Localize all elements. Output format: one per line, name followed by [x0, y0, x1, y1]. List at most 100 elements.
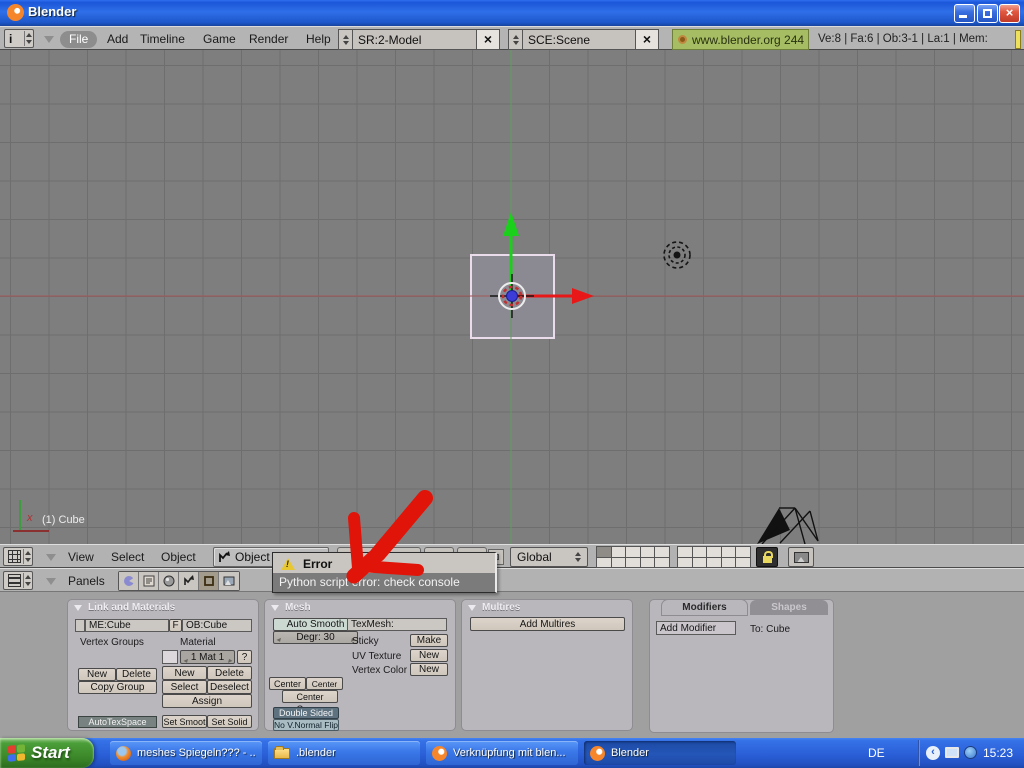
layer-button[interactable]: [707, 547, 721, 557]
layer-button[interactable]: [626, 547, 640, 557]
task-folder[interactable]: .blender: [268, 741, 420, 765]
buttons-type-stepper[interactable]: [23, 573, 31, 588]
panel-header[interactable]: Mesh: [265, 600, 455, 615]
header-collapse-icon[interactable]: [46, 554, 56, 561]
add-multires-button[interactable]: Add Multires: [470, 617, 625, 631]
error-popup[interactable]: Error Python script error: check console: [272, 552, 497, 593]
add-modifier-button[interactable]: Add Modifier: [656, 621, 736, 635]
layer-button[interactable]: [736, 547, 750, 557]
logic-context-button[interactable]: [119, 572, 139, 590]
scene-context-button[interactable]: [219, 572, 239, 590]
screen-name-field[interactable]: SR:2-Model: [353, 29, 477, 50]
language-indicator[interactable]: DE: [868, 738, 885, 768]
window-type-button[interactable]: i: [4, 29, 34, 48]
material-new-button[interactable]: New: [162, 666, 207, 680]
autotexspace-toggle[interactable]: AutoTexSpace: [78, 716, 157, 728]
layer-button[interactable]: [597, 547, 611, 557]
task-shortcut[interactable]: Verknüpfung mit blen...: [426, 741, 578, 765]
panel-header[interactable]: Multires: [462, 600, 632, 615]
layer-button[interactable]: [655, 547, 669, 557]
start-button[interactable]: Start: [0, 738, 94, 768]
degr-slider[interactable]: ◂Degr: 30▸: [273, 631, 358, 644]
menu-game[interactable]: Game: [203, 27, 236, 51]
tab-modifiers[interactable]: Modifiers: [662, 600, 747, 615]
layer-button[interactable]: [736, 558, 750, 568]
restore-button[interactable]: [977, 4, 998, 23]
viewport-type-stepper[interactable]: [23, 549, 31, 564]
copy-group-button[interactable]: Copy Group: [78, 681, 157, 694]
layer-button[interactable]: [722, 547, 736, 557]
set-smooth-button[interactable]: Set Smoot: [162, 715, 207, 728]
task-blender-active[interactable]: Blender: [584, 741, 736, 765]
lock-layers-button[interactable]: [756, 547, 778, 567]
task-firefox[interactable]: meshes Spiegeln??? - ...: [110, 741, 262, 765]
scene-browse-button[interactable]: [508, 29, 523, 50]
fake-user-button[interactable]: F: [169, 619, 182, 632]
window-type-stepper[interactable]: [24, 31, 32, 46]
object-name-field[interactable]: OB:Cube: [182, 619, 252, 632]
assign-button[interactable]: Assign: [162, 694, 252, 708]
layer-button[interactable]: [678, 547, 692, 557]
vgroup-delete-button[interactable]: Delete: [116, 668, 157, 681]
mesh-name-field[interactable]: ME:Cube: [85, 619, 169, 632]
version-badge[interactable]: www.blender.org 244: [672, 29, 809, 50]
header-collapse-icon[interactable]: [46, 578, 56, 585]
layer-button[interactable]: [693, 558, 707, 568]
orientation-dropdown[interactable]: Global: [510, 547, 588, 567]
deselect-button[interactable]: Deselect: [207, 680, 252, 694]
editing-context-button[interactable]: [199, 572, 219, 590]
layer-button[interactable]: [626, 558, 640, 568]
auto-smooth-toggle[interactable]: Auto Smooth: [273, 618, 358, 631]
header-collapse-icon[interactable]: [44, 36, 54, 43]
render-preview-button[interactable]: [788, 547, 814, 567]
layer-button[interactable]: [707, 558, 721, 568]
menu-object[interactable]: Object: [161, 545, 196, 569]
tray-collapse-icon[interactable]: ‹: [926, 746, 940, 760]
layer-button[interactable]: [693, 547, 707, 557]
select-button[interactable]: Select: [162, 680, 207, 694]
sticky-make-button[interactable]: Make: [410, 634, 448, 647]
set-solid-button[interactable]: Set Solid: [207, 715, 252, 728]
material-color-swatch[interactable]: [162, 650, 178, 664]
uv-new-button[interactable]: New: [410, 649, 448, 662]
menu-render[interactable]: Render: [249, 27, 288, 51]
close-button[interactable]: ×: [999, 4, 1020, 23]
center-cursor-button[interactable]: Center Cursor: [282, 690, 338, 703]
material-delete-button[interactable]: Delete: [207, 666, 252, 680]
3d-viewport[interactable]: x (1) Cube: [0, 50, 1024, 544]
no-vnormal-flip-toggle[interactable]: No V.Normal Flip: [273, 719, 339, 731]
center-new-button[interactable]: Center New: [306, 677, 343, 690]
layer-button[interactable]: [597, 558, 611, 568]
scene-name-field[interactable]: SCE:Scene: [523, 29, 636, 50]
menu-select[interactable]: Select: [111, 545, 144, 569]
layer-button[interactable]: [641, 558, 655, 568]
menu-view[interactable]: View: [68, 545, 94, 569]
panel-header[interactable]: Link and Materials: [68, 600, 258, 615]
layer-button[interactable]: [722, 558, 736, 568]
layer-button[interactable]: [655, 558, 669, 568]
double-sided-toggle[interactable]: Double Sided: [273, 707, 339, 719]
menu-file[interactable]: File: [60, 31, 97, 48]
minimize-button[interactable]: [954, 4, 975, 23]
menu-add[interactable]: Add: [107, 27, 128, 51]
material-query-button[interactable]: ?: [237, 650, 252, 664]
panels-menu[interactable]: Panels: [68, 569, 105, 593]
vgroup-new-button[interactable]: New: [78, 668, 116, 681]
layer-button[interactable]: [612, 558, 626, 568]
menu-timeline[interactable]: Timeline: [140, 27, 185, 51]
shading-context-button[interactable]: [159, 572, 179, 590]
scene-delete-button[interactable]: ×: [636, 29, 659, 50]
material-stepper[interactable]: ◂1 Mat 1▸: [180, 650, 235, 664]
vcol-new-button[interactable]: New: [410, 663, 448, 676]
layer-button[interactable]: [678, 558, 692, 568]
texmesh-field[interactable]: TexMesh:: [347, 618, 447, 631]
layer-button[interactable]: [641, 547, 655, 557]
center-button[interactable]: Center: [269, 677, 306, 690]
screen-browse-button[interactable]: [338, 29, 353, 50]
layer-button[interactable]: [612, 547, 626, 557]
screen-delete-button[interactable]: ×: [477, 29, 500, 50]
tab-shapes[interactable]: Shapes: [750, 600, 828, 615]
cube-object[interactable]: [470, 254, 555, 339]
object-context-button[interactable]: [179, 572, 199, 590]
mesh-browse-button[interactable]: [75, 619, 85, 632]
